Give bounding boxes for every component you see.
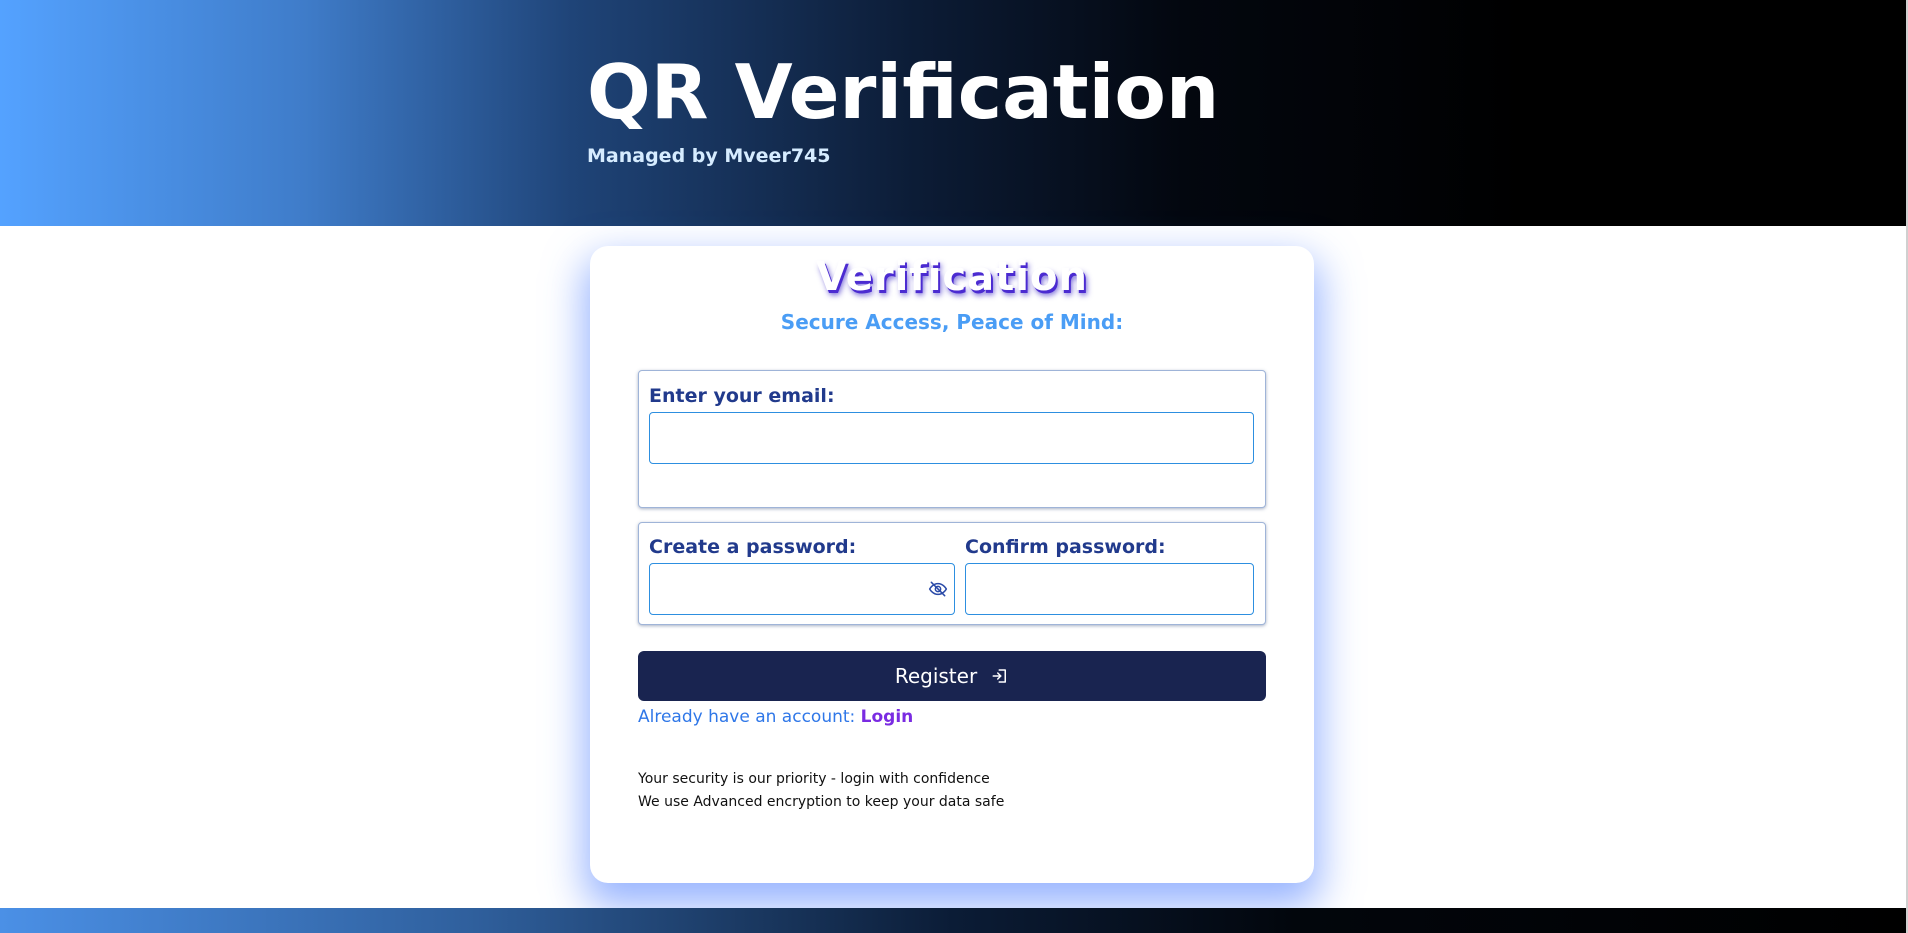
confirm-password-label: Confirm password: bbox=[965, 536, 1166, 558]
card-subtitle: Secure Access, Peace of Mind: bbox=[780, 310, 1124, 334]
login-icon bbox=[991, 667, 1009, 685]
email-label: Enter your email: bbox=[649, 385, 835, 407]
register-button-content: Register bbox=[895, 651, 1009, 701]
register-button[interactable]: Register bbox=[638, 651, 1266, 701]
eye-slash-icon[interactable] bbox=[928, 579, 948, 599]
security-note-1: Your security is our priority - login wi… bbox=[638, 771, 990, 787]
page-main: QR Verification Managed by Mveer745 Veri… bbox=[0, 0, 1906, 933]
site-subtitle: Managed by Mveer745 bbox=[587, 145, 831, 167]
account-prompt-line: Already have an account: Login bbox=[638, 704, 913, 730]
password-fieldset: Create a password: Confirm password: bbox=[638, 522, 1266, 625]
password-label: Create a password: bbox=[649, 536, 857, 558]
account-prompt-text: Already have an account: bbox=[638, 707, 856, 727]
registration-card: Verification Secure Access, Peace of Min… bbox=[590, 246, 1314, 883]
card-title: Verification bbox=[816, 254, 1088, 300]
page: QR Verification Managed by Mveer745 Veri… bbox=[0, 0, 1908, 933]
password-input[interactable] bbox=[649, 563, 955, 615]
register-button-label: Register bbox=[894, 664, 978, 688]
security-note-2: We use Advanced encryption to keep your … bbox=[638, 794, 1005, 810]
login-link[interactable]: Login bbox=[861, 707, 914, 727]
confirm-password-input[interactable] bbox=[965, 563, 1254, 615]
email-input[interactable] bbox=[649, 412, 1254, 464]
header-banner: QR Verification Managed by Mveer745 bbox=[0, 0, 1906, 226]
email-fieldset: Enter your email: bbox=[638, 370, 1266, 508]
footer-band bbox=[0, 908, 1906, 933]
site-title: QR Verification bbox=[587, 48, 1220, 136]
